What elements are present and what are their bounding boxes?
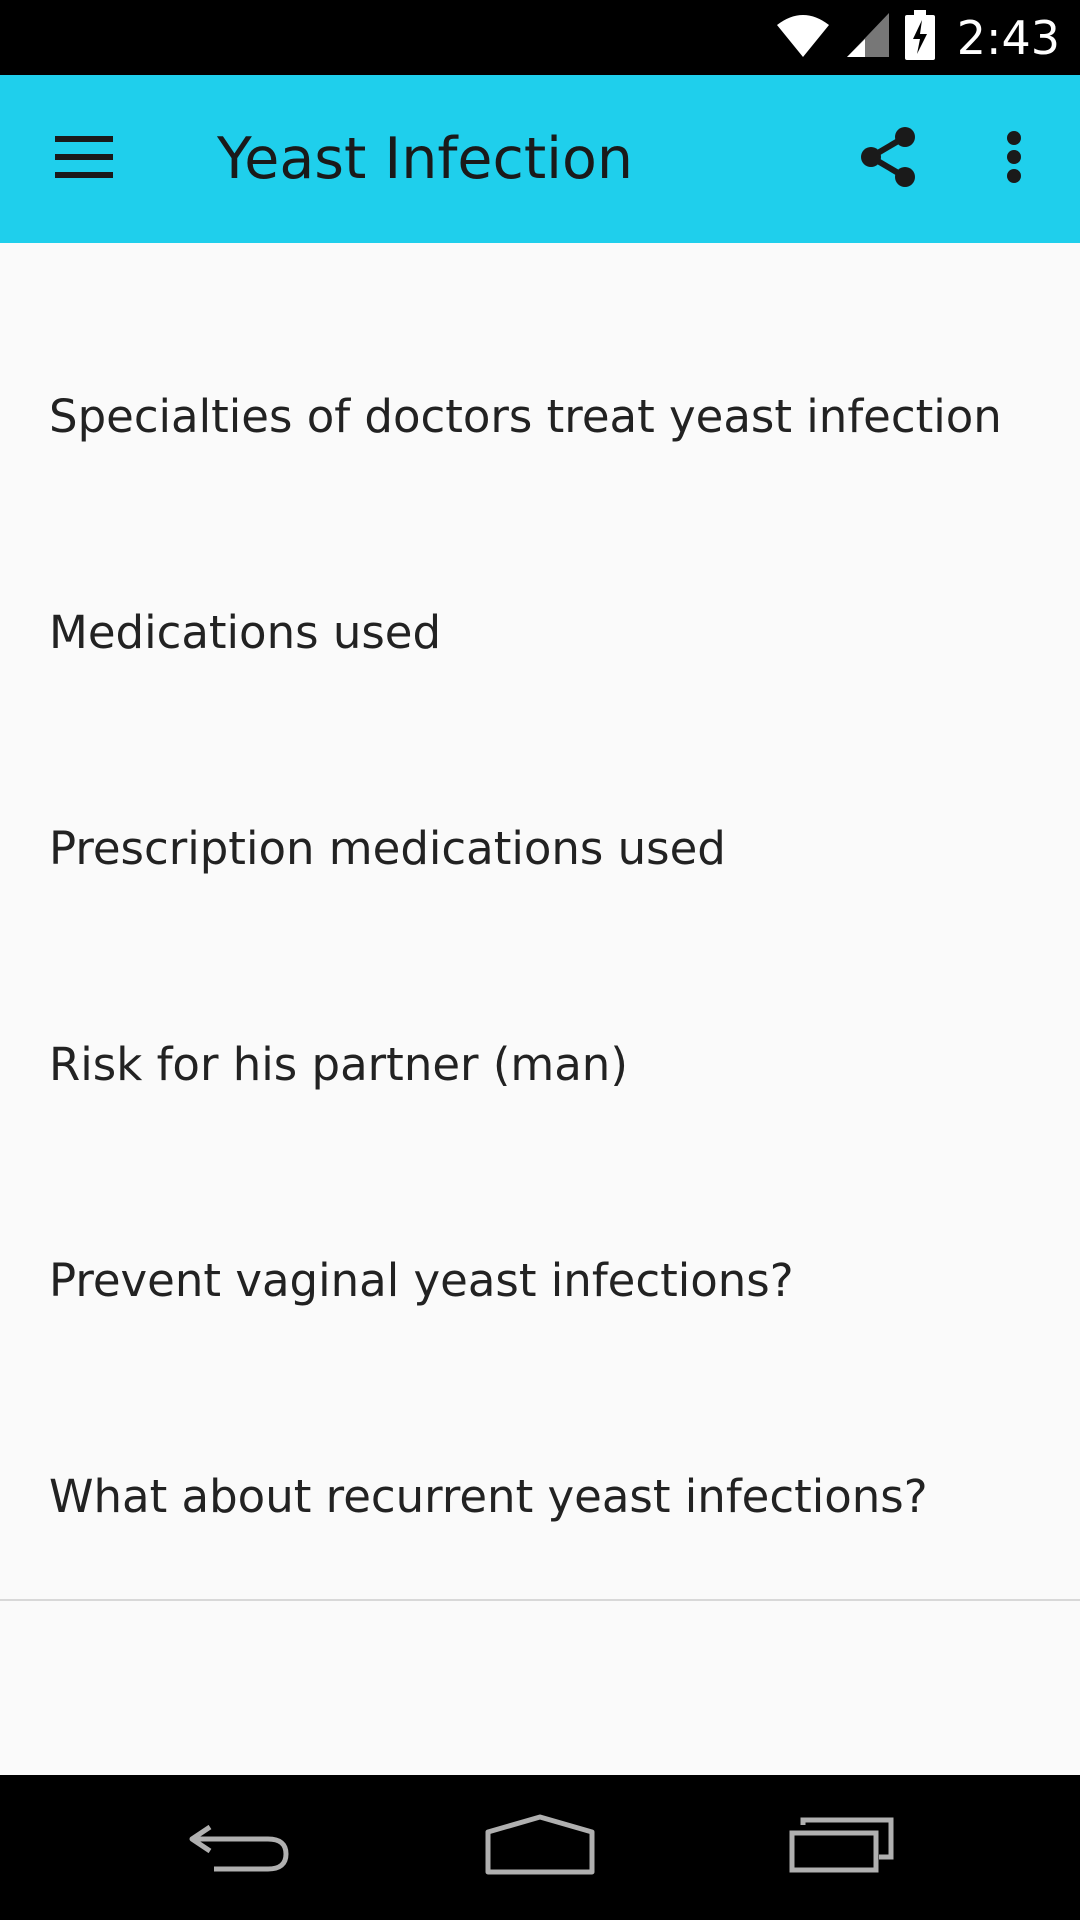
- more-options-button[interactable]: [972, 115, 1056, 203]
- list-item[interactable]: What about recurrent yeast infections?: [0, 1388, 1080, 1604]
- share-icon: [859, 126, 917, 193]
- cell-signal-icon: [845, 11, 891, 64]
- list-item[interactable]: Risk for his partner (man): [0, 956, 1080, 1172]
- battery-charging-icon: [904, 10, 935, 65]
- status-icons: 2:43: [775, 0, 1060, 75]
- back-button[interactable]: [150, 1787, 330, 1907]
- wifi-icon: [775, 11, 831, 64]
- app-bar: Yeast Infection: [0, 75, 1080, 243]
- page-title: Yeast Infection: [217, 126, 634, 192]
- recents-icon: [789, 1817, 895, 1878]
- recents-button[interactable]: [752, 1787, 932, 1907]
- topic-list: Specialties of doctors treat yeast infec…: [0, 308, 1080, 1604]
- menu-button[interactable]: [32, 115, 136, 203]
- menu-icon: [55, 135, 113, 183]
- home-icon: [484, 1814, 596, 1881]
- list-item[interactable]: Prescription medications used: [0, 740, 1080, 956]
- status-time: 2:43: [956, 10, 1060, 65]
- list-divider: [0, 1599, 1080, 1601]
- list-item[interactable]: Specialties of doctors treat yeast infec…: [0, 308, 1080, 524]
- list-item[interactable]: Prevent vaginal yeast infections?: [0, 1172, 1080, 1388]
- share-button[interactable]: [840, 115, 936, 203]
- back-icon: [188, 1817, 292, 1878]
- more-vert-icon: [1006, 130, 1022, 188]
- home-button[interactable]: [450, 1787, 630, 1907]
- navigation-bar: [0, 1775, 1080, 1920]
- list-item[interactable]: Medications used: [0, 524, 1080, 740]
- status-bar: 2:43: [0, 0, 1080, 75]
